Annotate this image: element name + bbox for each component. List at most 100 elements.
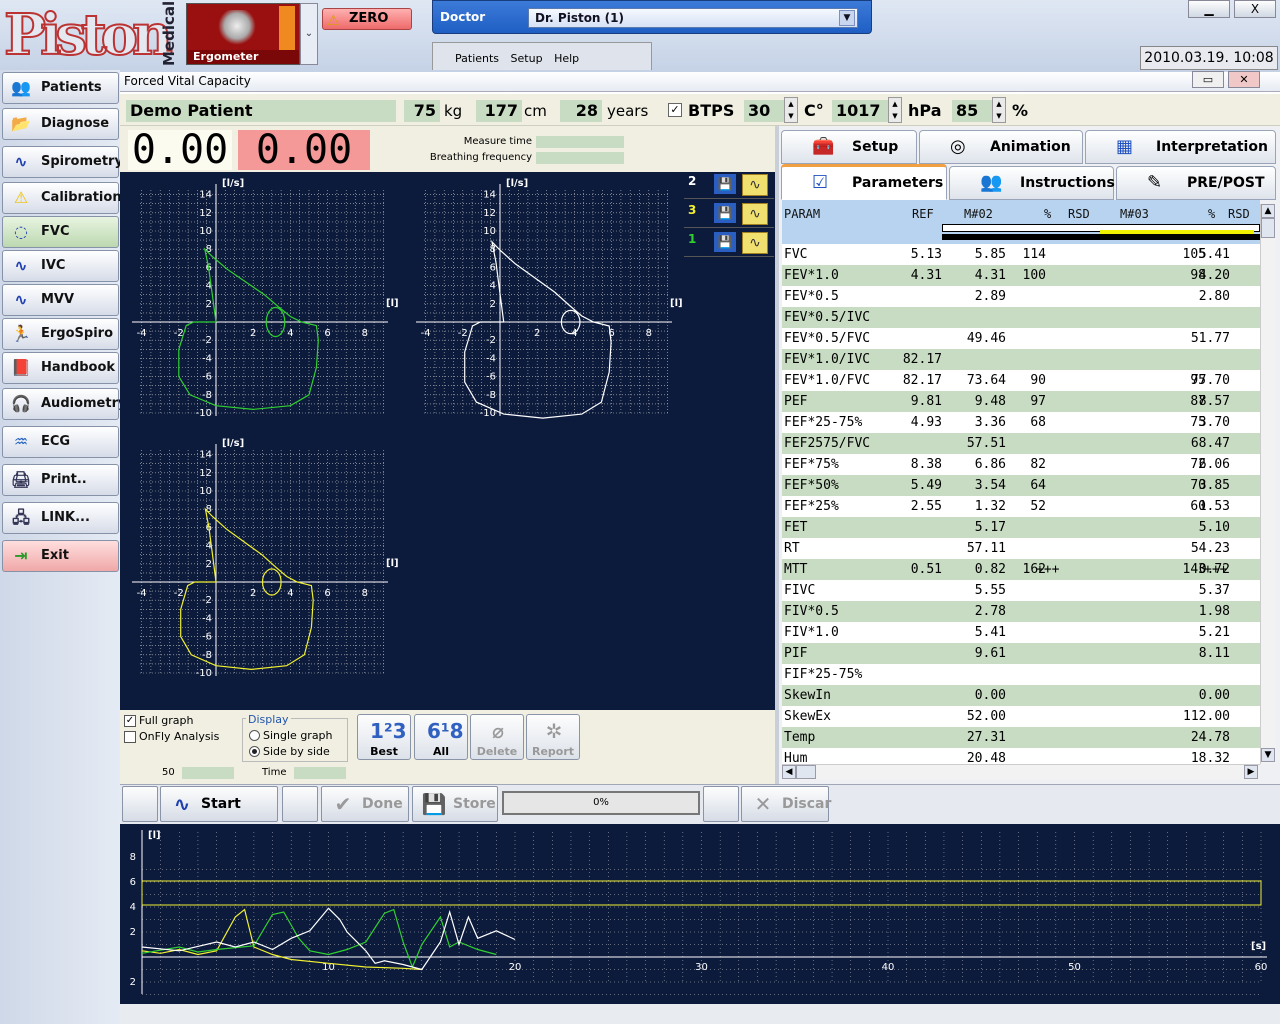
- scroll-down-icon[interactable]: ▼: [1261, 748, 1275, 762]
- table-row[interactable]: FEF*25% 2.55 1.32 52 1.53 60: [782, 496, 1260, 517]
- table-cell: 52.00: [966, 709, 1006, 724]
- device-dropdown-button[interactable]: ⌄: [300, 3, 318, 65]
- sidebar-item-link[interactable]: 🖧 LINK...: [2, 502, 119, 534]
- tab-instructions[interactable]: 👥 Instructions: [949, 166, 1115, 200]
- table-horizontal-scrollbar[interactable]: ◀ ▶: [782, 764, 1260, 780]
- form-close-button[interactable]: ✕: [1228, 71, 1260, 88]
- floppy-icon[interactable]: 💾: [714, 174, 736, 194]
- table-cell: FEF*50%: [784, 478, 839, 493]
- table-row[interactable]: PEF 9.81 9.48 97 8.57 87: [782, 391, 1260, 412]
- table-row[interactable]: FEV*1.0 4.31 4.31 100 4.20 98: [782, 265, 1260, 286]
- tab-parameters[interactable]: ☑ Parameters: [781, 164, 947, 200]
- floppy-icon[interactable]: 💾: [714, 232, 736, 252]
- weight-field[interactable]: 75: [404, 100, 440, 122]
- btps-checkbox[interactable]: ✓: [668, 103, 682, 117]
- floppy-icon[interactable]: 💾: [714, 203, 736, 223]
- sequence-row[interactable]: 1 💾 ∿: [684, 230, 774, 257]
- table-row[interactable]: FIF*25-75%: [782, 664, 1260, 685]
- tab-interpretation[interactable]: ▦ Interpretation: [1085, 130, 1276, 164]
- table-row[interactable]: FEV*0.5/IVC: [782, 307, 1260, 328]
- humidity-spinner[interactable]: ▲ ▼: [992, 97, 1006, 123]
- full-graph-checkbox[interactable]: ✓: [124, 715, 136, 727]
- store-button[interactable]: 💾 Store: [412, 786, 498, 822]
- done-button[interactable]: ✔ Done: [321, 786, 409, 822]
- table-row[interactable]: SkewIn 0.00 0.00: [782, 685, 1260, 706]
- all-button[interactable]: 6¹8 All: [414, 714, 468, 760]
- table-row[interactable]: FEV*0.5/FVC 49.46 51.77: [782, 328, 1260, 349]
- humidity-field[interactable]: 85: [952, 100, 992, 122]
- table-row[interactable]: FEF2575/FVC 57.51 68.47: [782, 433, 1260, 454]
- table-row[interactable]: MTT 0.51 0.82 162 +++ 0.72 143 +++: [782, 559, 1260, 580]
- sidebar-item-fvc[interactable]: ◌ FVC: [2, 216, 119, 248]
- device-selector[interactable]: Ergometer: [186, 3, 300, 65]
- tab-pre-post[interactable]: ✎ PRE/POST: [1116, 166, 1276, 200]
- sidebar-item-ergospiro[interactable]: 🏃 ErgoSpiro: [2, 318, 119, 350]
- sidebar-item-ivc[interactable]: ∿ IVC: [2, 250, 119, 282]
- sequence-row[interactable]: 3 💾 ∿: [684, 201, 774, 228]
- table-row[interactable]: FEF*25-75% 4.93 3.36 68 3.70 75: [782, 412, 1260, 433]
- zero-button[interactable]: ⚠ ZERO: [322, 8, 412, 30]
- sidebar-item-mvv[interactable]: ∿ MVV: [2, 284, 119, 316]
- height-field[interactable]: 177: [476, 100, 522, 122]
- sidebar-item-spirometry[interactable]: ∿ Spirometry: [2, 146, 123, 178]
- sidebar-item-exit[interactable]: ⇥ Exit: [2, 540, 119, 572]
- table-row[interactable]: FET 5.17 5.10: [782, 517, 1260, 538]
- doctor-select[interactable]: Dr. Piston (1) ▼: [528, 8, 858, 28]
- pressure-spinner[interactable]: ▲ ▼: [888, 97, 902, 123]
- table-vertical-scrollbar[interactable]: ▲ ▼: [1260, 204, 1276, 764]
- start-button[interactable]: ∿ Start: [160, 786, 278, 822]
- onfly-analysis-checkbox[interactable]: [124, 731, 136, 743]
- table-row[interactable]: FEF*50% 5.49 3.54 64 3.85 70: [782, 475, 1260, 496]
- table-row[interactable]: FEV*1.0/FVC 82.17 73.64 90 77.70 95: [782, 370, 1260, 391]
- table-row[interactable]: FEV*0.5 2.89 2.80: [782, 286, 1260, 307]
- scroll-left-icon[interactable]: ◀: [782, 765, 796, 779]
- pressure-field[interactable]: 1017: [832, 100, 888, 122]
- sidebar-item-patients[interactable]: 👥 Patients: [2, 72, 119, 104]
- best-button[interactable]: 1²3 Best: [357, 714, 411, 760]
- scroll-right-icon[interactable]: ▶: [1244, 765, 1258, 779]
- table-row[interactable]: SkewEx 52.00 112.00: [782, 706, 1260, 727]
- table-row[interactable]: FIV*0.5 2.78 1.98: [782, 601, 1260, 622]
- sidebar-item-calibration[interactable]: ⚠ Calibration: [2, 182, 122, 214]
- table-row[interactable]: FIV*1.0 5.41 5.21: [782, 622, 1260, 643]
- curve-view-icon[interactable]: ∿: [742, 232, 768, 254]
- hscroll-thumb[interactable]: [796, 765, 816, 779]
- table-row[interactable]: PIF 9.61 8.11: [782, 643, 1260, 664]
- sidebar-item-diagnose[interactable]: 📂 Diagnose: [2, 108, 119, 140]
- table-row[interactable]: FEF*75% 8.38 6.86 82 6.06 72: [782, 454, 1260, 475]
- close-button[interactable]: X: [1234, 0, 1276, 18]
- sequence-row[interactable]: 2 💾 ∿: [684, 172, 774, 199]
- sidebar-item-print[interactable]: 🖨 Print..: [2, 464, 119, 496]
- age-field[interactable]: 28: [560, 100, 602, 122]
- temperature-spinner[interactable]: ▲ ▼: [784, 97, 798, 123]
- temperature-unit: C°: [804, 101, 824, 120]
- menu-patients[interactable]: Patients: [455, 52, 499, 65]
- table-row[interactable]: Temp 27.31 24.78: [782, 727, 1260, 748]
- curve-view-icon[interactable]: ∿: [742, 174, 768, 196]
- form-restore-button[interactable]: ▭: [1192, 71, 1224, 88]
- menu-setup[interactable]: Setup: [511, 52, 543, 65]
- scroll-up-icon[interactable]: ▲: [1261, 204, 1275, 218]
- table-row[interactable]: FIVC 5.55 5.37: [782, 580, 1260, 601]
- curve-view-icon[interactable]: ∿: [742, 203, 768, 225]
- sidebar-item-ecg[interactable]: ♒ ECG: [2, 426, 119, 458]
- single-graph-radio[interactable]: [249, 730, 260, 741]
- table-row[interactable]: Hum 20.48 18.32: [782, 748, 1260, 764]
- sidebar-item-audiometry[interactable]: 🎧 Audiometry: [2, 388, 126, 420]
- minimize-button[interactable]: ▁: [1188, 0, 1230, 18]
- delete-button[interactable]: ⌀ Delete: [470, 714, 524, 760]
- scroll-thumb[interactable]: [1261, 218, 1275, 238]
- temperature-field[interactable]: 30: [744, 100, 788, 122]
- table-row[interactable]: FEV*1.0/IVC 82.17: [782, 349, 1260, 370]
- table-row[interactable]: FVC 5.13 5.85 114 5.41 105: [782, 244, 1260, 265]
- side-by-side-radio[interactable]: [249, 746, 260, 757]
- sidebar-item-handbook[interactable]: 📕 Handbook: [2, 352, 119, 384]
- report-button[interactable]: ✲ Report: [526, 714, 580, 760]
- patient-name-field[interactable]: Demo Patient: [126, 100, 396, 122]
- tab-animation[interactable]: ◎ Animation: [919, 130, 1083, 164]
- chevron-down-icon[interactable]: ▼: [839, 10, 855, 26]
- table-row[interactable]: RT 57.11 54.23: [782, 538, 1260, 559]
- menu-help[interactable]: Help: [554, 52, 579, 65]
- discard-button[interactable]: ✕ Discar: [741, 786, 831, 822]
- tab-setup[interactable]: 🧰 Setup: [781, 130, 917, 164]
